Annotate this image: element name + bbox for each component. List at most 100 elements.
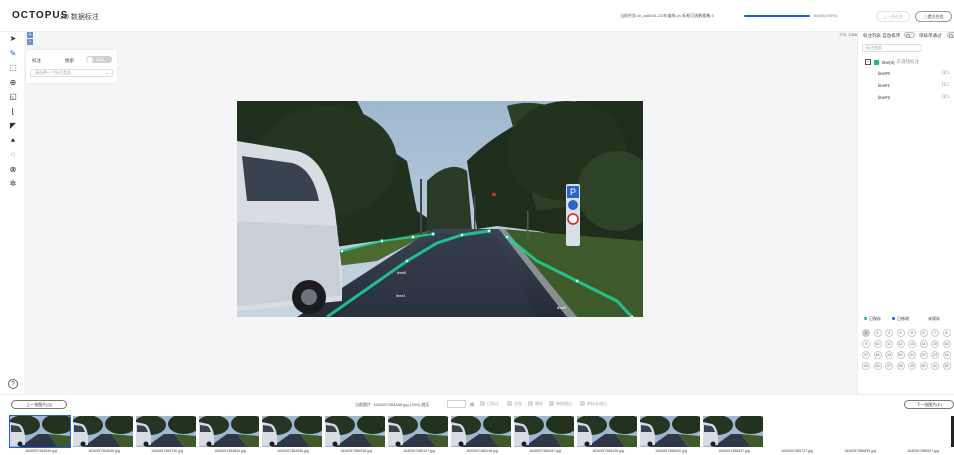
auto-order-label: 自动排序 bbox=[882, 33, 901, 38]
page-number-button[interactable]: 32 bbox=[942, 362, 951, 370]
annotation-list-panel: 标注列表 自动排序 审核单通过 标注搜索 − line(3) 车道线标注 lin… bbox=[857, 32, 954, 394]
page-number-button[interactable]: 27 bbox=[885, 362, 893, 370]
annotation-item[interactable]: line#2 ◎⃥ bbox=[878, 94, 953, 100]
flag-annotated[interactable]: 已标注 bbox=[480, 401, 499, 407]
page-number-button[interactable]: 24 bbox=[942, 351, 951, 359]
annotation-canvas[interactable]: + − -779, 1386 标注 搜索 关闭 请选择一个标注类别 ⌄ P li… bbox=[24, 32, 857, 394]
page-number-button[interactable]: 22 bbox=[919, 351, 928, 359]
annotation-tag-line2[interactable]: line#2 bbox=[557, 306, 566, 310]
magic-select-icon[interactable]: ⊗ bbox=[5, 163, 21, 178]
page-number-button[interactable]: 9 bbox=[862, 340, 870, 348]
jump-frame-input[interactable] bbox=[447, 400, 466, 408]
page-number-button[interactable]: 6 bbox=[919, 329, 928, 337]
page-number-button[interactable]: 4 bbox=[896, 329, 905, 337]
page-number-button[interactable]: 1 bbox=[862, 329, 870, 337]
annotation-tag-line1[interactable]: line#1 bbox=[396, 294, 405, 298]
label-category-select[interactable]: 请选择一个标注类别 ⌄ bbox=[30, 69, 113, 77]
cursor-coordinates: -779, 1386 bbox=[837, 32, 857, 37]
current-task-label: 当前任务:ch_ad0001-2D车道线-ch-标框可选数据集-0 bbox=[620, 13, 714, 18]
flag-skip[interactable]: 跳帧 bbox=[528, 401, 543, 407]
auto-order-toggle[interactable] bbox=[904, 32, 915, 38]
flag-review-pass[interactable]: 审核通过 bbox=[549, 401, 572, 407]
page-number-button[interactable]: 3 bbox=[885, 329, 893, 337]
page-number-button[interactable]: 12 bbox=[896, 340, 905, 348]
page-number-button[interactable]: 31 bbox=[931, 362, 939, 370]
legend-unsaved: 未保存 bbox=[928, 316, 940, 322]
thumbnail-strip: 1630057384535.jpg 1630057384635.jpg 163005… bbox=[0, 414, 954, 455]
page-number-button[interactable]: 14 bbox=[919, 340, 928, 348]
collapse-icon[interactable]: − bbox=[865, 59, 871, 65]
page-number-button[interactable]: 26 bbox=[873, 362, 882, 370]
page-number-button[interactable]: 29 bbox=[908, 362, 916, 370]
annotation-list-title: 标注列表 bbox=[863, 33, 881, 38]
lasso-icon[interactable]: ◌ bbox=[5, 148, 21, 163]
box-select-icon[interactable]: ⬚ bbox=[5, 61, 21, 76]
select-arrow-icon[interactable]: ➤ bbox=[5, 32, 21, 47]
show-all-toggle[interactable] bbox=[947, 32, 954, 38]
search-toggle[interactable]: 关闭 bbox=[86, 56, 112, 63]
toggle-knob bbox=[948, 33, 953, 38]
legend-modified: 已修改 bbox=[892, 316, 909, 322]
visibility-hidden-icon[interactable]: ◎⃥ bbox=[942, 82, 950, 88]
pen-icon[interactable]: ✎ bbox=[5, 47, 21, 62]
rect-tool-icon[interactable]: ◱ bbox=[5, 90, 21, 105]
annotation-search-input[interactable]: 标注搜索 bbox=[862, 44, 922, 52]
page-number-button[interactable]: 30 bbox=[919, 362, 928, 370]
brush-icon[interactable]: ◤ bbox=[5, 119, 21, 134]
thumbnail-image bbox=[199, 416, 259, 447]
page-number-button[interactable]: 8 bbox=[942, 329, 951, 337]
point-icon[interactable]: ⊕ bbox=[5, 76, 21, 91]
thumbnail-filename: 1630057384635.jpg bbox=[88, 449, 120, 453]
thumbnail-image bbox=[325, 416, 385, 447]
bottom-bar: 上一张图片(Q) 当前图片: 1630057384535.jpg (1/50) … bbox=[0, 394, 954, 455]
annotation-item-label: line#1 bbox=[878, 83, 891, 88]
thumbnail-filename: 1630057385839.jpg bbox=[844, 449, 876, 453]
checkbox[interactable] bbox=[507, 401, 512, 407]
page-number-button[interactable]: 11 bbox=[885, 340, 893, 348]
page-number-button[interactable]: 7 bbox=[931, 329, 939, 337]
prev-image-button[interactable]: 上一张图片(Q) bbox=[11, 400, 67, 409]
page-number-button[interactable]: 28 bbox=[896, 362, 905, 370]
zoom-in-button[interactable]: + bbox=[27, 32, 33, 38]
submit-task-button[interactable]: △提交任务 bbox=[915, 11, 952, 22]
page-number-button[interactable]: 23 bbox=[931, 351, 939, 359]
help-icon[interactable]: ? bbox=[8, 379, 18, 389]
thumbnail-filename: 1630057385137.jpg bbox=[403, 449, 435, 453]
app-title: 2D 数据标注 bbox=[60, 14, 99, 21]
annotation-group-line[interactable]: − line(3) 车道线标注 bbox=[865, 59, 919, 65]
group-color-swatch bbox=[874, 59, 879, 65]
prev-task-button[interactable]: 上一条任务 bbox=[876, 11, 910, 22]
page-number-button[interactable]: 20 bbox=[896, 351, 905, 359]
zoom-out-button[interactable]: − bbox=[27, 39, 33, 45]
visibility-hidden-icon[interactable]: ◎⃥ bbox=[942, 94, 950, 100]
annotation-item[interactable]: line#1 ◎⃥ bbox=[878, 82, 953, 88]
checkbox[interactable] bbox=[480, 401, 485, 407]
annotation-tag-line0[interactable]: line#0 bbox=[397, 271, 406, 275]
page-number-button[interactable]: 21 bbox=[908, 351, 916, 359]
page-number-button[interactable]: 13 bbox=[908, 340, 916, 348]
page-number-button[interactable]: 17 bbox=[862, 351, 870, 359]
annotation-item[interactable]: line#0 ◎⃥ bbox=[878, 70, 953, 76]
flag-invalid[interactable]: 无效 bbox=[507, 401, 522, 407]
page-number-button[interactable]: 19 bbox=[885, 351, 893, 359]
page-number-button[interactable]: 5 bbox=[908, 329, 916, 337]
flag-label: 审核通过 bbox=[556, 401, 572, 406]
visibility-hidden-icon[interactable]: ◎⃥ bbox=[942, 70, 950, 76]
pin-icon[interactable]: ⯅ bbox=[5, 134, 21, 149]
road-image[interactable]: P line#0 line#1 line#2 bbox=[237, 101, 643, 317]
search-toggle-text: 关闭 bbox=[96, 57, 104, 62]
checkbox[interactable] bbox=[580, 401, 585, 407]
smart-tool-icon[interactable]: ✲ bbox=[5, 177, 21, 192]
page-number-button[interactable]: 25 bbox=[862, 362, 870, 370]
page-number-button[interactable]: 2 bbox=[873, 329, 882, 337]
polyline-icon[interactable]: ⌊ bbox=[5, 105, 21, 120]
page-number-button[interactable]: 18 bbox=[873, 351, 882, 359]
page-number-button[interactable]: 16 bbox=[942, 340, 951, 348]
annotation-item-label: line#2 bbox=[878, 95, 891, 100]
checkbox[interactable] bbox=[549, 401, 554, 407]
flag-review-fail[interactable]: 审核未通过 bbox=[580, 401, 607, 407]
checkbox[interactable] bbox=[528, 401, 533, 407]
page-number-button[interactable]: 15 bbox=[931, 340, 939, 348]
page-number-button[interactable]: 10 bbox=[873, 340, 882, 348]
next-image-button[interactable]: 下一张图片(E) bbox=[904, 400, 954, 409]
